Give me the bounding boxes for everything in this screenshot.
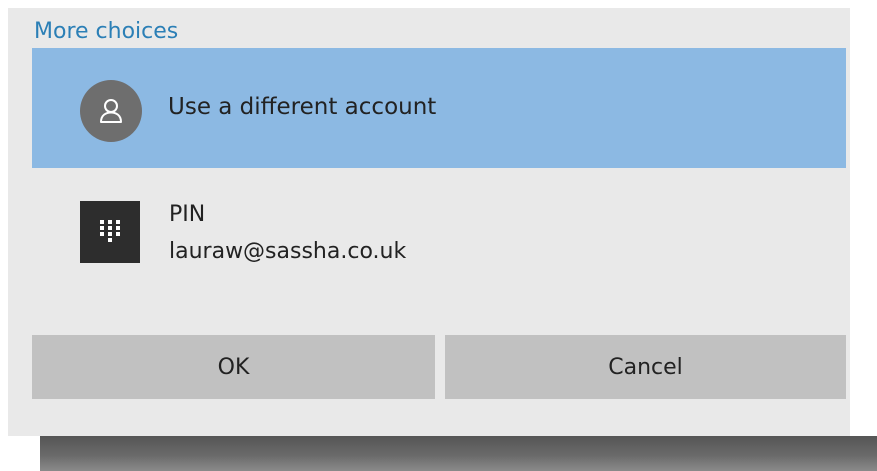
ok-button[interactable]: OK	[32, 335, 435, 399]
credential-dialog: More choices Use a different account PIN…	[8, 8, 850, 436]
person-icon	[80, 80, 142, 142]
option-title: Use a different account	[168, 94, 437, 120]
option-pin[interactable]: PIN lauraw@sassha.co.uk	[32, 183, 846, 288]
cancel-button[interactable]: Cancel	[445, 335, 846, 399]
option-account-email: lauraw@sassha.co.uk	[169, 239, 407, 264]
keypad-icon	[80, 201, 140, 263]
more-choices-link[interactable]: More choices	[34, 17, 178, 47]
option-title: PIN	[169, 202, 206, 227]
option-use-different-account[interactable]: Use a different account	[32, 48, 846, 168]
dialog-shadow	[40, 436, 877, 471]
